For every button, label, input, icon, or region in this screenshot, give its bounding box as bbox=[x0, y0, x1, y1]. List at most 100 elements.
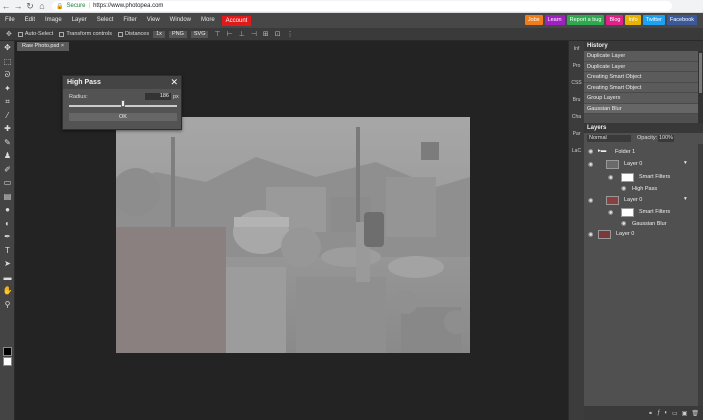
jobs-button[interactable]: Jobs bbox=[524, 15, 543, 25]
layer-row[interactable]: ◉ Layer 0 ▾ bbox=[584, 194, 696, 207]
history-brush-icon[interactable]: ✐ bbox=[0, 163, 15, 177]
history-scrollbar[interactable] bbox=[698, 51, 703, 127]
learn-button[interactable]: Learn bbox=[544, 15, 565, 25]
menu-image[interactable]: Image bbox=[40, 13, 67, 28]
radius-slider-handle[interactable] bbox=[121, 100, 125, 107]
address-bar[interactable]: 🔒 Secure | https://www.photopea.com bbox=[52, 1, 672, 11]
marquee-tool-icon[interactable]: ⬚ bbox=[0, 55, 15, 69]
new-group-icon[interactable]: ▭ bbox=[672, 410, 678, 417]
move-tool-icon[interactable]: ✥ bbox=[0, 41, 15, 55]
eye-icon[interactable]: ◉ bbox=[588, 197, 593, 204]
foreground-color-swatch[interactable] bbox=[3, 347, 12, 356]
delete-layer-icon[interactable]: 🗑 bbox=[691, 410, 699, 417]
align-middle-icon[interactable]: ⊢ bbox=[227, 30, 233, 38]
layer-row[interactable]: ◉ Layer 0 bbox=[584, 228, 696, 241]
reload-icon[interactable]: ↻ bbox=[24, 0, 36, 12]
forward-icon[interactable]: → bbox=[12, 0, 24, 12]
distances-checkbox[interactable] bbox=[117, 31, 123, 37]
crop-tool-icon[interactable]: ⌗ bbox=[0, 95, 15, 109]
eye-icon[interactable]: ◉ bbox=[608, 209, 613, 216]
align-left-icon[interactable]: ⊣ bbox=[251, 30, 257, 38]
close-icon[interactable]: ✕ bbox=[170, 76, 178, 89]
character-panel-tab[interactable]: Cha bbox=[569, 109, 584, 126]
report-bug-button[interactable]: Report a bug bbox=[566, 15, 605, 25]
document-tab[interactable]: Raw Photo.psd × bbox=[17, 42, 70, 51]
eye-icon[interactable]: ◉ bbox=[588, 148, 593, 155]
history-scroll-thumb[interactable] bbox=[699, 53, 702, 93]
layer-comps-panel-tab[interactable]: LaC bbox=[569, 143, 584, 160]
png-button[interactable]: PNG bbox=[168, 30, 187, 38]
ok-button[interactable]: OK bbox=[69, 113, 177, 121]
layer-row-folder[interactable]: ◉ ▸▬ Folder 1 bbox=[584, 147, 696, 157]
smart-filter-row[interactable]: ◉ Gaussian Blur bbox=[584, 219, 696, 228]
layer-style-icon[interactable]: ƒ bbox=[657, 410, 660, 416]
menu-more[interactable]: More bbox=[196, 13, 220, 28]
smart-filters-row[interactable]: ◉ Smart Filters bbox=[584, 207, 696, 218]
align-center-icon[interactable]: ⊞ bbox=[263, 30, 269, 38]
transform-controls-checkbox[interactable] bbox=[59, 31, 65, 37]
account-button[interactable]: Account bbox=[221, 15, 252, 26]
close-tab-icon[interactable]: × bbox=[61, 43, 64, 49]
gradient-tool-icon[interactable]: ▤ bbox=[0, 190, 15, 204]
smart-filter-row[interactable]: ◉ High Pass bbox=[584, 184, 696, 193]
path-select-icon[interactable]: ➤ bbox=[0, 257, 15, 271]
healing-brush-icon[interactable]: ✚ bbox=[0, 122, 15, 136]
menu-view[interactable]: View bbox=[142, 13, 165, 28]
history-item[interactable]: Duplicate Layer bbox=[584, 61, 703, 72]
radius-input[interactable]: 186 bbox=[145, 93, 171, 100]
adjustment-layer-icon[interactable]: ◐ bbox=[664, 410, 668, 416]
menu-edit[interactable]: Edit bbox=[20, 13, 40, 28]
eye-icon[interactable]: ◉ bbox=[608, 174, 613, 181]
lasso-tool-icon[interactable]: ᘐ bbox=[0, 68, 15, 82]
menu-file[interactable]: File bbox=[0, 13, 20, 28]
paragraph-panel-tab[interactable]: Par bbox=[569, 126, 584, 143]
layers-scrollbar[interactable] bbox=[698, 144, 703, 410]
align-bottom-icon[interactable]: ⊥ bbox=[239, 30, 245, 38]
history-item-current[interactable]: Gaussian Blur bbox=[584, 103, 703, 114]
eye-icon[interactable]: ◉ bbox=[588, 231, 593, 238]
magic-wand-icon[interactable]: ✦ bbox=[0, 82, 15, 96]
align-top-icon[interactable]: ⊤ bbox=[214, 30, 220, 38]
zoom-tool-icon[interactable]: ⚲ bbox=[0, 298, 15, 312]
eraser-tool-icon[interactable]: ▭ bbox=[0, 176, 15, 190]
blog-button[interactable]: Blog bbox=[606, 15, 624, 25]
twitter-button[interactable]: Twitter bbox=[642, 15, 665, 25]
smart-filters-row[interactable]: ◉ Smart Filters bbox=[584, 172, 696, 183]
pen-tool-icon[interactable]: ✒ bbox=[0, 230, 15, 244]
history-item[interactable]: Creating Smart Object bbox=[584, 72, 703, 83]
info-button[interactable]: Info bbox=[625, 15, 641, 25]
auto-select-checkbox[interactable] bbox=[17, 31, 23, 37]
eye-icon[interactable]: ◉ bbox=[621, 220, 626, 227]
align-right-icon[interactable]: ⊡ bbox=[275, 30, 281, 38]
svg-button[interactable]: SVG bbox=[190, 30, 209, 38]
menu-select[interactable]: Select bbox=[92, 13, 119, 28]
eye-icon[interactable]: ◉ bbox=[588, 161, 593, 168]
history-panel-title[interactable]: History bbox=[584, 41, 703, 51]
link-layers-icon[interactable]: ⚭ bbox=[648, 410, 653, 417]
distribute-icon[interactable]: ⋮ bbox=[287, 30, 294, 38]
opacity-input[interactable]: 100% bbox=[658, 135, 674, 142]
dodge-tool-icon[interactable]: ◐ bbox=[0, 217, 15, 231]
eyedropper-icon[interactable]: ⁄ bbox=[0, 109, 15, 123]
history-item[interactable]: Duplicate Layer bbox=[584, 51, 703, 62]
blur-tool-icon[interactable]: ● bbox=[0, 203, 15, 217]
css-panel-tab[interactable]: CSS bbox=[569, 75, 584, 92]
home-icon[interactable]: ⌂ bbox=[36, 0, 48, 12]
shape-tool-icon[interactable]: ▬ bbox=[0, 271, 15, 285]
background-color-swatch[interactable] bbox=[3, 357, 12, 366]
zoom-select[interactable]: 1x bbox=[153, 30, 165, 38]
layer-row[interactable]: ◉ Layer 0 ▾ bbox=[584, 158, 696, 171]
hand-tool-icon[interactable]: ✋ bbox=[0, 284, 15, 298]
properties-panel-tab[interactable]: Pro bbox=[569, 58, 584, 75]
history-item[interactable]: Group Layers bbox=[584, 93, 703, 104]
brush-tool-icon[interactable]: ✎ bbox=[0, 136, 15, 150]
menu-filter[interactable]: Filter bbox=[118, 13, 141, 28]
new-layer-icon[interactable]: ▣ bbox=[682, 410, 688, 417]
brush-panel-tab[interactable]: Bru bbox=[569, 92, 584, 109]
info-panel-tab[interactable]: Inf bbox=[569, 41, 584, 58]
back-icon[interactable]: ← bbox=[0, 0, 12, 12]
menu-layer[interactable]: Layer bbox=[67, 13, 92, 28]
canvas-photo[interactable] bbox=[116, 117, 470, 353]
history-item[interactable]: Creating Smart Object bbox=[584, 82, 703, 93]
facebook-button[interactable]: Facebook bbox=[666, 15, 697, 25]
